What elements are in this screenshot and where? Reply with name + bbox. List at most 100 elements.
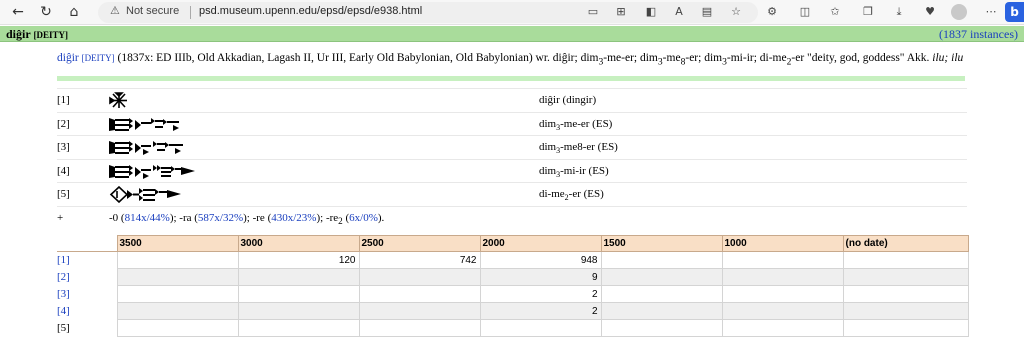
form-transliteration: dim3-me-er (ES)	[539, 117, 613, 132]
table-cell	[721, 268, 844, 286]
form-row: [4] dim3-mi-ir (ES)	[57, 158, 967, 183]
table-cell	[358, 268, 481, 286]
table-cell: 948	[479, 251, 602, 269]
collections-icon[interactable]: ❐	[860, 4, 876, 20]
suffix-row: + -0 (814x/44%); -ra (587x/32%); -re (43…	[57, 205, 967, 228]
copilot-icon[interactable]: b	[1005, 2, 1024, 22]
table-header-row: 3500 3000 2500 2000 1500 1000 (no date)	[57, 235, 969, 252]
suffix-stats: -0 (814x/44%); -ra (587x/32%); -re (430x…	[109, 211, 385, 226]
favorite-star-icon[interactable]: ☆	[728, 4, 744, 20]
table-cell	[358, 319, 481, 337]
header-cell: 1500	[600, 235, 723, 252]
form-index[interactable]: [2]	[57, 118, 70, 130]
table-cell	[842, 319, 969, 337]
split-screen-icon[interactable]: ◫	[797, 4, 813, 20]
entry-title: diĝir [DEITY]	[6, 27, 68, 41]
puzzle-extensions-icon[interactable]: ⚙	[764, 4, 780, 20]
form-index[interactable]: [5]	[57, 188, 70, 200]
table-cell	[358, 302, 481, 320]
suffix-link[interactable]: 814x/44%	[125, 212, 170, 224]
table-cell	[358, 285, 481, 303]
cuneiform-sign-icon	[109, 141, 183, 155]
security-status: Not secure	[126, 5, 180, 17]
form-index[interactable]: [4]	[57, 165, 70, 177]
table-cell: 9	[479, 268, 602, 286]
form-row: [5] di-me2-er (ES)	[57, 182, 967, 206]
table-cell	[721, 251, 844, 269]
suffix-link[interactable]: 587x/32%	[198, 212, 243, 224]
form-transliteration: di-me2-er (ES)	[539, 188, 604, 203]
entry-header: diĝir [DEITY] (1837 instances)	[0, 26, 1024, 42]
cuneiform-sign-icon	[109, 186, 181, 203]
table-row: [1] 120 742 948	[57, 251, 969, 269]
cuneiform-sign-icon	[109, 164, 195, 179]
form-index[interactable]: [1]	[57, 94, 70, 106]
table-cell: 120	[237, 251, 360, 269]
cuneiform-sign-icon	[109, 92, 127, 108]
header-cell: (no date)	[842, 235, 969, 252]
table-cell	[600, 319, 723, 337]
warning-icon: ⚠	[110, 4, 120, 17]
row-link[interactable]: [2]	[57, 268, 117, 286]
table-cell	[721, 319, 844, 337]
summary-word-link[interactable]: diĝir [DEITY]	[57, 52, 115, 64]
form-transliteration: diĝir (dingir)	[539, 94, 597, 106]
row-link[interactable]: [3]	[57, 286, 117, 303]
table-row: [3] 2	[57, 285, 969, 303]
table-cell	[116, 285, 239, 303]
header-cell	[57, 235, 117, 252]
header-cell: 1000	[721, 235, 844, 252]
table-cell	[237, 319, 360, 337]
table-cell	[721, 285, 844, 303]
table-cell	[479, 319, 602, 337]
table-cell	[116, 319, 239, 337]
favorites-icon[interactable]: ✩	[827, 4, 843, 20]
more-menu-icon[interactable]: ⋯	[983, 4, 999, 20]
entry-summary: diĝir [DEITY] (1837x: ED IIIb, Old Akkad…	[57, 52, 964, 68]
form-row: [3] dim3-me8-er (ES)	[57, 135, 967, 159]
address-bar[interactable]: ⚠ Not secure psd.museum.upenn.edu/epsd/e…	[98, 2, 758, 23]
extension-icon[interactable]: ◧	[643, 4, 659, 20]
header-cell: 2500	[358, 235, 481, 252]
instances-link[interactable]: (1837 instances)	[939, 27, 1018, 42]
table-cell	[842, 268, 969, 286]
period-table: 3500 3000 2500 2000 1500 1000 (no date) …	[57, 235, 969, 337]
table-row: [4] 2	[57, 302, 969, 320]
screen-cast-icon[interactable]: ▭	[585, 4, 601, 20]
header-cell: 3000	[237, 235, 360, 252]
suffix-link[interactable]: 430x/23%	[271, 212, 316, 224]
reload-icon[interactable]: ↻	[36, 3, 56, 21]
row-link[interactable]: [1]	[57, 252, 117, 269]
header-cell: 2000	[479, 235, 602, 252]
url-text[interactable]: psd.museum.upenn.edu/epsd/epsd/e938.html	[199, 5, 422, 17]
table-cell	[116, 268, 239, 286]
back-icon[interactable]: ←	[8, 3, 28, 21]
form-index[interactable]: [3]	[57, 141, 70, 153]
read-aloud-icon[interactable]: A	[671, 4, 687, 20]
home-icon[interactable]: ⌂	[64, 3, 84, 21]
table-cell	[600, 268, 723, 286]
form-row: [1] diĝir (dingir)	[57, 88, 967, 112]
table-cell	[842, 251, 969, 269]
profile-avatar[interactable]	[951, 4, 967, 20]
header-cell: 3500	[116, 235, 239, 252]
cuneiform-sign-icon	[109, 117, 179, 131]
forms-list: [1] diĝir (dingir) [2] dim3-me-er (ES) […	[57, 88, 967, 228]
table-row: [2] 9	[57, 268, 969, 286]
downloads-icon[interactable]: ⤓	[891, 4, 907, 20]
table-cell: 2	[479, 302, 602, 320]
form-row: [2] dim3-me-er (ES)	[57, 111, 967, 136]
health-icon[interactable]: ♥	[922, 4, 938, 20]
suffix-link[interactable]: 6x/0%	[349, 212, 378, 224]
form-transliteration: dim3-mi-ir (ES)	[539, 164, 609, 179]
table-cell	[237, 302, 360, 320]
row-link[interactable]: [4]	[57, 302, 117, 320]
apps-grid-icon[interactable]: ⊞	[613, 4, 629, 20]
row-label: [5]	[57, 322, 70, 334]
table-cell	[600, 251, 723, 269]
table-cell	[721, 302, 844, 320]
table-cell	[842, 285, 969, 303]
immersive-reader-icon[interactable]: ▤	[699, 4, 715, 20]
suffix-index: +	[57, 211, 64, 224]
table-cell	[237, 268, 360, 286]
